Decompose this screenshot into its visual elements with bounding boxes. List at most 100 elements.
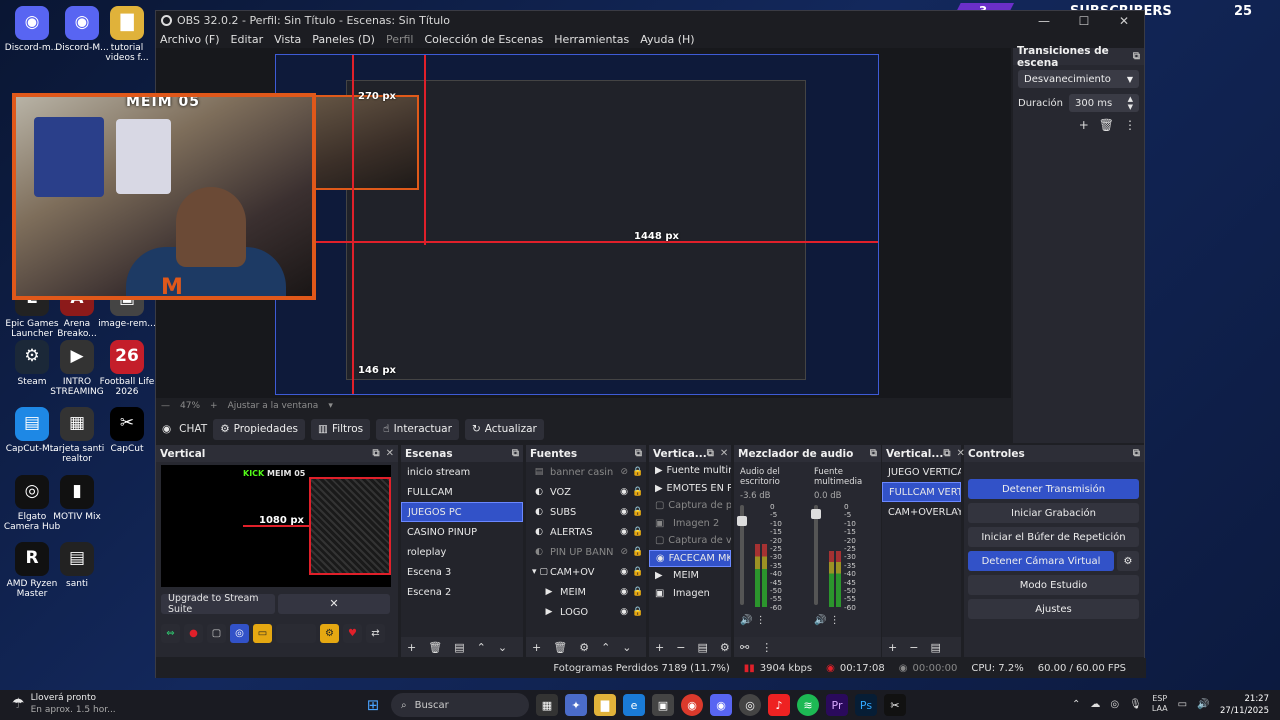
remove-icon[interactable]: − xyxy=(676,641,685,654)
properties-button[interactable]: ⚙ Propiedades xyxy=(213,418,306,440)
eye-icon[interactable]: ◉ xyxy=(620,587,628,597)
fader-knob[interactable] xyxy=(811,508,821,519)
source-item[interactable]: ▶ MEIM ◉ 🔒 xyxy=(526,582,646,602)
photoshop-icon[interactable]: Ps xyxy=(855,694,877,716)
taskbar-search[interactable]: ⌕ Buscar xyxy=(391,693,529,717)
chevron-up-icon[interactable]: ⌃ xyxy=(1072,699,1080,710)
remove-icon[interactable]: − xyxy=(909,641,918,654)
source-item[interactable]: ◐ VOZ ◉ 🔒 xyxy=(526,482,646,502)
desktop-icon[interactable]: ▤ santi xyxy=(45,542,109,589)
source-item[interactable]: ▾ ▢ CAM+OV ◉ 🔒 xyxy=(526,562,646,582)
eye-off-icon[interactable]: ⊘ xyxy=(620,547,628,557)
filter-icon[interactable]: ▤ xyxy=(930,641,940,654)
vertical-source-item[interactable]: ▶ Fuente multir xyxy=(649,462,731,480)
wifi-icon[interactable]: ▭ xyxy=(1178,699,1187,710)
vertical-source-item[interactable]: ▢ Captura de ve xyxy=(649,532,731,550)
lock-icon[interactable]: 🔒 xyxy=(632,527,643,537)
desktop-icon[interactable]: ▮ MOTIV Mix xyxy=(45,475,109,522)
gear-icon[interactable]: ⚙ xyxy=(720,641,730,654)
eye-icon[interactable]: ◉ xyxy=(620,487,628,497)
scene-item[interactable]: FULLCAM xyxy=(401,482,523,502)
eye-icon[interactable]: ◉ xyxy=(620,567,628,577)
control-button[interactable]: Ajustes xyxy=(968,599,1139,619)
link-icon[interactable]: ⇔ xyxy=(161,624,180,643)
desktop-icon[interactable]: 26 Football Life 2026 xyxy=(95,340,159,398)
more-options-icon[interactable]: ⋮ xyxy=(830,615,840,626)
source-item[interactable]: ◐ ALERTAS ◉ 🔒 xyxy=(526,522,646,542)
undock-icon[interactable]: ⧉ xyxy=(635,448,642,459)
scene-item[interactable]: Escena 3 xyxy=(401,562,523,582)
add-icon[interactable]: + xyxy=(655,641,664,654)
lock-icon[interactable]: 🔒 xyxy=(632,487,643,497)
copilot-icon[interactable]: ✦ xyxy=(565,694,587,716)
more-options-icon[interactable]: ⋮ xyxy=(1124,118,1136,132)
upgrade-button[interactable]: Upgrade to Stream Suite xyxy=(161,593,275,615)
trash-icon[interactable]: 🗑 xyxy=(1099,118,1114,132)
vertical-source-item[interactable]: ▣ Imagen xyxy=(649,585,731,603)
more-options-icon[interactable]: ⋮ xyxy=(761,641,772,654)
control-button[interactable]: Iniciar Grabación xyxy=(968,503,1139,523)
mic-icon[interactable]: 🎙 xyxy=(1129,699,1142,710)
menu-tools[interactable]: Herramientas xyxy=(554,33,629,46)
scene-item[interactable]: roleplay xyxy=(401,542,523,562)
vertical-scene-item[interactable]: CAM+OVERLAY xyxy=(882,502,961,522)
zoom-fit-select[interactable]: Ajustar a la ventana xyxy=(228,401,319,411)
filters-button[interactable]: ▥ Filtros xyxy=(311,418,371,440)
maximize-button[interactable]: ☐ xyxy=(1064,14,1104,28)
lock-icon[interactable]: 🔒 xyxy=(632,567,643,577)
vertical-source-item[interactable]: ▢Captura de pa xyxy=(649,497,731,515)
zoom-out-button[interactable]: — xyxy=(161,401,170,411)
undock-icon[interactable]: ⧉ xyxy=(372,448,379,459)
tiktok-icon[interactable]: ♪ xyxy=(768,694,790,716)
obs-tray-icon[interactable]: ◎ xyxy=(1110,699,1119,710)
gear-icon[interactable]: ⚙ xyxy=(579,641,589,654)
close-icon[interactable]: ✕ xyxy=(386,448,394,459)
volume-icon[interactable]: 🔊 xyxy=(740,615,752,626)
vertical-stream-icon[interactable]: ◎ xyxy=(230,624,249,643)
volume-fader[interactable] xyxy=(737,505,747,605)
menu-file[interactable]: Archivo (F) xyxy=(160,33,220,46)
square-icon[interactable]: ▢ xyxy=(207,624,226,643)
vertical-source-item[interactable]: ◉ FACECAM MK xyxy=(649,549,731,567)
menu-edit[interactable]: Editar xyxy=(231,33,264,46)
settings-icon[interactable]: ⚙ xyxy=(320,624,339,643)
up-icon[interactable]: ⌃ xyxy=(477,641,486,654)
up-icon[interactable]: ⌃ xyxy=(601,641,610,654)
lock-icon[interactable]: 🔒 xyxy=(632,547,643,557)
title-bar[interactable]: OBS 32.0.2 - Perfil: Sin Título - Escena… xyxy=(156,11,1144,30)
close-icon[interactable]: ✕ xyxy=(720,448,728,459)
close-upgrade-button[interactable]: ✕ xyxy=(278,594,390,614)
control-button[interactable]: Detener Transmisión xyxy=(968,479,1139,499)
undock-icon[interactable]: ⧉ xyxy=(943,448,950,459)
undock-icon[interactable]: ⧉ xyxy=(512,448,519,459)
menu-view[interactable]: Vista xyxy=(274,33,301,46)
premiere-icon[interactable]: Pr xyxy=(826,694,848,716)
minimize-button[interactable]: — xyxy=(1024,14,1064,28)
chrome-icon[interactable]: ◉ xyxy=(681,694,703,716)
control-button[interactable]: Detener Cámara Virtual xyxy=(968,551,1114,571)
link-icon[interactable]: ⚯ xyxy=(740,641,749,654)
lock-icon[interactable]: 🔒 xyxy=(632,607,643,617)
source-item[interactable]: ◐ PIN UP BANN ⊘ 🔒 xyxy=(526,542,646,562)
eye-icon[interactable]: ◉ xyxy=(620,507,628,517)
record-icon[interactable]: ● xyxy=(184,624,203,643)
scene-item[interactable]: inicio stream xyxy=(401,462,523,482)
vertical-source-item[interactable]: ▣ Imagen 2 xyxy=(649,515,731,533)
add-icon[interactable]: + xyxy=(888,641,897,654)
interact-button[interactable]: ☝ Interactuar xyxy=(376,418,459,440)
volume-fader[interactable] xyxy=(811,505,821,605)
file-explorer-icon[interactable]: ▇ xyxy=(594,694,616,716)
eye-icon[interactable]: ◉ xyxy=(620,607,628,617)
spin-arrows-icon[interactable]: ▲ ▼ xyxy=(1128,95,1133,111)
fader-knob[interactable] xyxy=(737,515,747,526)
undock-icon[interactable]: ⧉ xyxy=(1133,51,1140,62)
capcut-icon[interactable]: ✂ xyxy=(884,694,906,716)
lock-icon[interactable]: 🔒 xyxy=(632,467,643,477)
control-button[interactable]: Modo Estudio xyxy=(968,575,1139,595)
vertical-source-item[interactable]: ▶ MEIM xyxy=(649,567,731,585)
obs-icon[interactable]: ◎ xyxy=(739,694,761,716)
undock-icon[interactable]: ⧉ xyxy=(707,448,714,459)
program-preview[interactable]: 270 px 1448 px 146 px xyxy=(275,54,879,395)
vertical-scene-item[interactable]: JUEGO VERTICAL L xyxy=(882,462,961,482)
onedrive-icon[interactable]: ☁ xyxy=(1090,699,1100,710)
